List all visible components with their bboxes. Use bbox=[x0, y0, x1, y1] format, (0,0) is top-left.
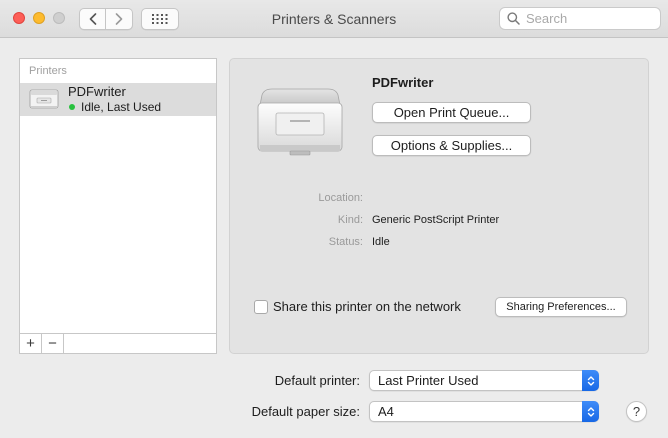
default-paper-size-value: A4 bbox=[378, 404, 394, 419]
search-icon bbox=[507, 12, 520, 25]
popup-arrows-icon bbox=[582, 370, 599, 391]
printer-list-item[interactable]: PDFwriter Idle, Last Used bbox=[20, 83, 216, 116]
options-supplies-button[interactable]: Options & Supplies... bbox=[372, 135, 531, 156]
printer-status-text: Idle, Last Used bbox=[81, 100, 162, 114]
status-indicator-icon bbox=[69, 104, 75, 110]
printer-detail-panel: PDFwriter Open Print Queue... Options & … bbox=[229, 58, 649, 354]
remove-printer-button[interactable]: − bbox=[42, 334, 64, 353]
popup-arrows-icon bbox=[582, 401, 599, 422]
list-footer: + − bbox=[20, 333, 216, 353]
sharing-preferences-button[interactable]: Sharing Preferences... bbox=[495, 297, 627, 317]
help-button[interactable]: ? bbox=[626, 401, 647, 422]
share-printer-row[interactable]: Share this printer on the network bbox=[254, 299, 461, 314]
share-printer-checkbox[interactable] bbox=[254, 299, 268, 314]
plus-icon: + bbox=[26, 335, 35, 352]
add-printer-button[interactable]: + bbox=[20, 334, 42, 353]
printer-icon bbox=[28, 87, 60, 116]
printers-list: Printers PDFwriter Idle, Last Used + − bbox=[19, 58, 217, 354]
detail-printer-name: PDFwriter bbox=[372, 75, 434, 90]
search-field[interactable] bbox=[499, 7, 661, 30]
status-label: Status: bbox=[328, 236, 363, 248]
printer-name: PDFwriter bbox=[68, 84, 126, 99]
title-bar: Printers & Scanners bbox=[0, 0, 668, 38]
default-printer-select[interactable]: Last Printer Used bbox=[369, 370, 599, 391]
open-print-queue-button[interactable]: Open Print Queue... bbox=[372, 102, 531, 123]
printer-image-icon bbox=[254, 85, 346, 164]
location-label: Location: bbox=[318, 192, 363, 204]
kind-label: Kind: bbox=[337, 214, 363, 226]
status-value: Idle bbox=[372, 236, 390, 248]
question-mark-icon: ? bbox=[632, 404, 641, 419]
default-printer-value: Last Printer Used bbox=[378, 373, 479, 388]
default-paper-size-select[interactable]: A4 bbox=[369, 401, 599, 422]
search-input[interactable] bbox=[526, 11, 656, 26]
default-paper-size-label: Default paper size: bbox=[251, 404, 360, 419]
share-printer-label[interactable]: Share this printer on the network bbox=[273, 299, 461, 314]
minus-icon: − bbox=[48, 335, 57, 352]
default-printer-label: Default printer: bbox=[274, 373, 360, 388]
printer-status: Idle, Last Used bbox=[68, 100, 161, 114]
kind-value: Generic PostScript Printer bbox=[372, 214, 500, 226]
printers-list-header: Printers bbox=[29, 65, 67, 77]
